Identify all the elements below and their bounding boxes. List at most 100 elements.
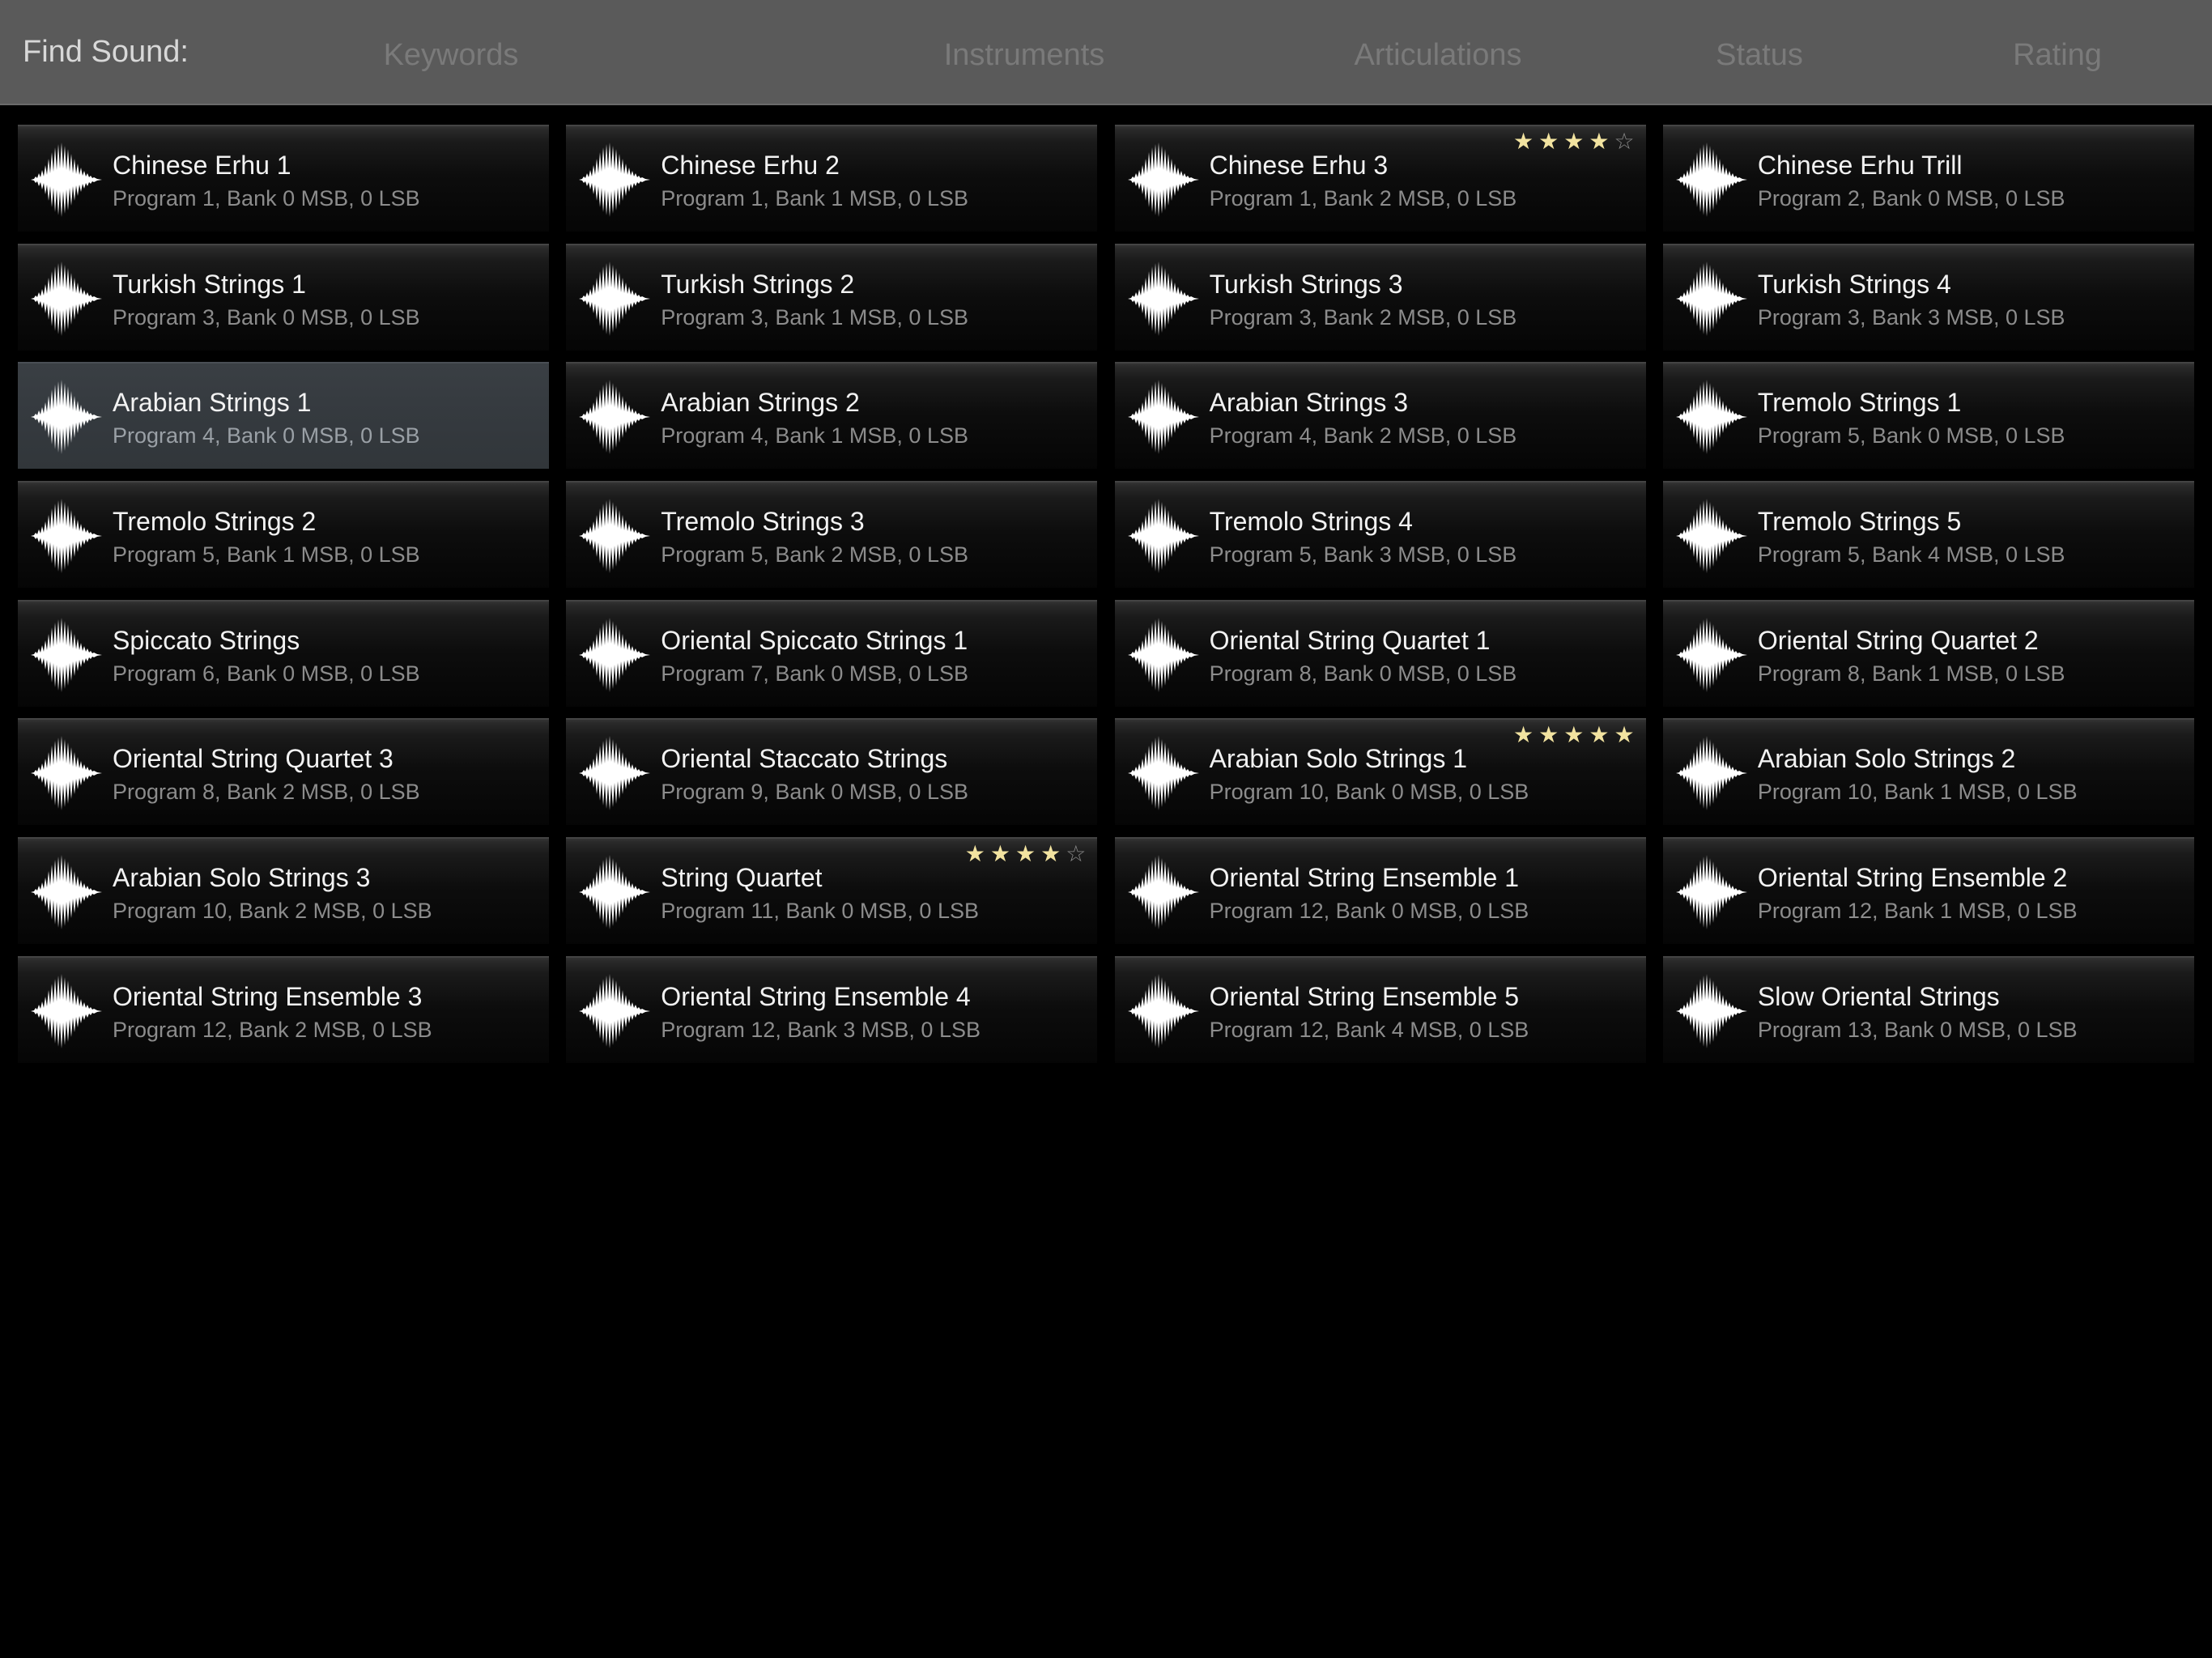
filter-keywords[interactable]: Keywords [384, 34, 519, 76]
star-filled-icon: ★ [1040, 841, 1066, 867]
sound-tile[interactable]: Tremolo Strings 1 Program 5, Bank 0 MSB, … [1662, 362, 2194, 470]
sound-tile[interactable]: Oriental String Ensemble 5 Program 12, Ba… [1114, 955, 1646, 1063]
waveform-icon [1126, 972, 1201, 1050]
waveform-icon [577, 734, 652, 812]
star-filled-icon: ★ [1015, 841, 1041, 867]
sound-tile[interactable]: Oriental String Quartet 2 Program 8, Bank… [1662, 599, 2194, 707]
sound-tile[interactable]: Arabian Strings 1 Program 4, Bank 0 MSB, … [18, 362, 549, 470]
sound-program-info: Program 12, Bank 0 MSB, 0 LSB [1209, 899, 1529, 924]
waveform-icon [1126, 734, 1201, 812]
sound-tile[interactable]: Oriental String Quartet 1 Program 8, Bank… [1114, 599, 1646, 707]
filter-rating[interactable]: Rating [2013, 34, 2102, 76]
sound-tile[interactable]: Arabian Solo Strings 2 Program 10, Bank 1… [1662, 718, 2194, 826]
rating-stars: ★★★★☆ [1513, 128, 1640, 155]
rating-stars: ★★★★★ [1513, 721, 1640, 749]
sound-tile[interactable]: Oriental String Ensemble 2 Program 12, Ba… [1662, 837, 2194, 945]
sound-name: Oriental String Ensemble 1 [1209, 863, 1519, 893]
waveform-icon [1674, 260, 1749, 338]
sound-tile[interactable]: Tremolo Strings 4 Program 5, Bank 3 MSB, … [1114, 481, 1646, 589]
waveform-icon [29, 972, 104, 1050]
sound-tile[interactable]: Tremolo Strings 3 Program 5, Bank 2 MSB, … [566, 481, 1098, 589]
sound-program-info: Program 5, Bank 1 MSB, 0 LSB [113, 542, 420, 568]
sound-name: String Quartet [661, 863, 823, 893]
sound-program-info: Program 3, Bank 3 MSB, 0 LSB [1757, 304, 2065, 329]
waveform-icon [1674, 972, 1749, 1050]
waveform-icon [1674, 497, 1749, 575]
sound-name: Slow Oriental Strings [1757, 981, 2000, 1011]
sound-tile[interactable]: Chinese Erhu 2 Program 1, Bank 1 MSB, 0 L… [566, 125, 1098, 232]
sound-program-info: Program 4, Bank 2 MSB, 0 LSB [1209, 423, 1517, 449]
waveform-icon [577, 378, 652, 456]
sound-tile[interactable]: Arabian Solo Strings 3 Program 10, Bank 2… [18, 837, 549, 945]
sound-name: Oriental String Ensemble 5 [1209, 981, 1519, 1011]
filter-articulations[interactable]: Articulations [1355, 34, 1522, 76]
sound-program-info: Program 3, Bank 2 MSB, 0 LSB [1209, 304, 1517, 329]
sound-name: Oriental String Ensemble 4 [661, 981, 971, 1011]
star-filled-icon: ★ [1589, 129, 1614, 154]
sound-program-info: Program 1, Bank 1 MSB, 0 LSB [661, 186, 968, 210]
sound-tile[interactable]: Arabian Solo Strings 1 Program 10, Bank 0… [1114, 718, 1646, 826]
sound-name: Oriental String Quartet 3 [113, 744, 393, 774]
sound-name: Oriental Staccato Strings [661, 744, 948, 774]
sound-name: Arabian Solo Strings 1 [1209, 744, 1467, 774]
sound-tile[interactable]: Spiccato Strings Program 6, Bank 0 MSB, 0… [18, 599, 549, 707]
star-filled-icon: ★ [1589, 722, 1614, 748]
waveform-icon [1126, 260, 1201, 338]
waveform-icon [577, 972, 652, 1050]
sound-tile[interactable]: Chinese Erhu 3 Program 1, Bank 2 MSB, 0 L… [1114, 125, 1646, 232]
sound-tile[interactable]: Oriental String Quartet 3 Program 8, Bank… [18, 718, 549, 826]
sound-name: Arabian Solo Strings 2 [1757, 744, 2016, 774]
sound-name: Tremolo Strings 4 [1209, 507, 1413, 537]
sound-tile[interactable]: Slow Oriental Strings Program 13, Bank 0 … [1662, 955, 2194, 1063]
sound-name: Chinese Erhu 1 [113, 151, 291, 180]
sound-name: Spiccato Strings [113, 625, 300, 655]
sound-tile[interactable]: Turkish Strings 1 Program 3, Bank 0 MSB, … [18, 243, 549, 351]
sound-tile[interactable]: Arabian Strings 3 Program 4, Bank 2 MSB, … [1114, 362, 1646, 470]
sound-tile[interactable]: Turkish Strings 2 Program 3, Bank 1 MSB, … [566, 243, 1098, 351]
sound-tile[interactable]: Oriental String Ensemble 3 Program 12, Ba… [18, 955, 549, 1063]
sound-tile[interactable]: Arabian Strings 2 Program 4, Bank 1 MSB, … [566, 362, 1098, 470]
sound-program-info: Program 13, Bank 0 MSB, 0 LSB [1757, 1017, 2078, 1042]
sound-tile[interactable]: Turkish Strings 4 Program 3, Bank 3 MSB, … [1662, 243, 2194, 351]
sound-program-info: Program 4, Bank 1 MSB, 0 LSB [661, 423, 968, 449]
filter-status[interactable]: Status [1716, 34, 1803, 76]
sound-name: Oriental String Ensemble 3 [113, 981, 423, 1011]
waveform-icon [1674, 141, 1749, 219]
star-filled-icon: ★ [1538, 129, 1564, 154]
sound-tile[interactable]: Chinese Erhu Trill Program 2, Bank 0 MSB,… [1662, 125, 2194, 232]
waveform-icon [577, 141, 652, 219]
sound-tile[interactable]: Chinese Erhu 1 Program 1, Bank 0 MSB, 0 L… [18, 125, 549, 232]
sound-program-info: Program 12, Bank 2 MSB, 0 LSB [113, 1017, 432, 1042]
sound-program-info: Program 2, Bank 0 MSB, 0 LSB [1757, 186, 2065, 210]
sound-tile[interactable]: Tremolo Strings 2 Program 5, Bank 1 MSB, … [18, 481, 549, 589]
star-empty-icon: ☆ [1614, 129, 1640, 154]
filter-instruments[interactable]: Instruments [944, 34, 1105, 76]
sound-program-info: Program 7, Bank 0 MSB, 0 LSB [661, 661, 968, 686]
sound-tile[interactable]: Turkish Strings 3 Program 3, Bank 2 MSB, … [1114, 243, 1646, 351]
star-filled-icon: ★ [1614, 722, 1640, 748]
sound-tile[interactable]: String Quartet Program 11, Bank 0 MSB, 0 … [566, 837, 1098, 945]
sound-name: Turkish Strings 1 [113, 269, 306, 299]
sound-name: Turkish Strings 4 [1757, 269, 1951, 299]
sound-program-info: Program 5, Bank 2 MSB, 0 LSB [661, 542, 968, 568]
sound-tile[interactable]: Oriental String Ensemble 1 Program 12, Ba… [1114, 837, 1646, 945]
waveform-icon [1126, 853, 1201, 931]
sound-program-info: Program 5, Bank 0 MSB, 0 LSB [1757, 423, 2065, 449]
waveform-icon [577, 853, 652, 931]
sound-program-info: Program 8, Bank 1 MSB, 0 LSB [1757, 661, 2065, 686]
sound-name: Turkish Strings 3 [1209, 269, 1403, 299]
sound-tile[interactable]: Oriental Staccato Strings Program 9, Bank… [566, 718, 1098, 826]
sound-program-info: Program 11, Bank 0 MSB, 0 LSB [661, 899, 979, 924]
waveform-icon [577, 497, 652, 575]
sound-tile[interactable]: Oriental String Ensemble 4 Program 12, Ba… [566, 955, 1098, 1063]
sound-name: Chinese Erhu 2 [661, 151, 840, 180]
sound-name: Tremolo Strings 3 [661, 507, 865, 537]
sound-program-info: Program 9, Bank 0 MSB, 0 LSB [661, 780, 968, 805]
waveform-icon [29, 734, 104, 812]
waveform-icon [1126, 141, 1201, 219]
sound-name: Tremolo Strings 1 [1757, 388, 1962, 418]
sound-tile[interactable]: Oriental Spiccato Strings 1 Program 7, Ba… [566, 599, 1098, 707]
star-filled-icon: ★ [1513, 129, 1539, 154]
waveform-icon [577, 616, 652, 694]
sound-tile[interactable]: Tremolo Strings 5 Program 5, Bank 4 MSB, … [1662, 481, 2194, 589]
